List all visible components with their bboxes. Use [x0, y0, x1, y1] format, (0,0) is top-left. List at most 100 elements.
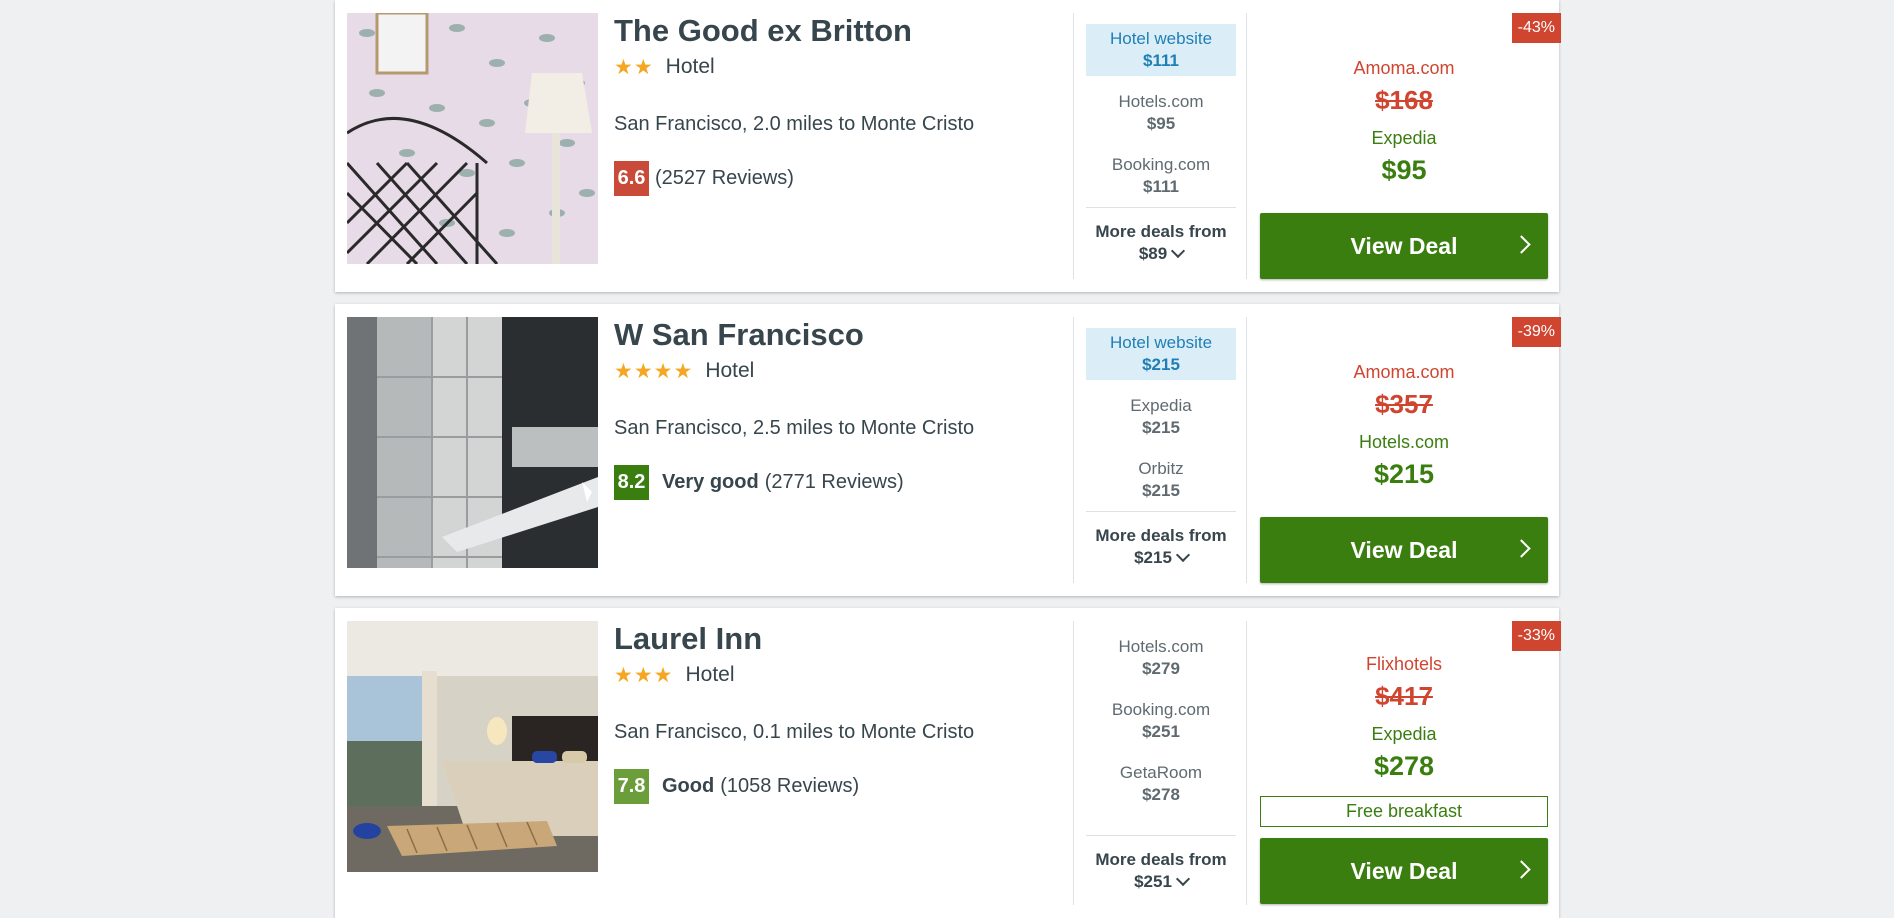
star-rating-icon: ★★★ [614, 663, 674, 687]
star-rating-icon: ★★ [614, 55, 654, 79]
featured-deal: -43% Amoma.com $168 Expedia $95 View Dea… [1260, 13, 1561, 279]
more-deals-label: More deals from [1095, 222, 1227, 241]
provider-name: Booking.com [1111, 700, 1211, 719]
provider-name: Hotels.com [1118, 92, 1204, 111]
chevron-right-icon [1512, 860, 1531, 879]
chevron-right-icon [1512, 539, 1531, 558]
deal-site[interactable]: Expedia [1260, 724, 1548, 745]
free-breakfast-badge: Free breakfast [1260, 796, 1548, 827]
hotel-name[interactable]: The Good ex Britton [614, 13, 1064, 49]
hotel-photo-image [347, 317, 598, 568]
more-deals-toggle[interactable]: More deals from $215 [1086, 511, 1236, 569]
featured-deal: -39% Amoma.com $357 Hotels.com $215 View… [1260, 317, 1561, 583]
hotel-card: W San Francisco ★★★★ Hotel San Francisco… [335, 304, 1561, 596]
provider-price: $215 [1142, 355, 1180, 374]
provider-name: GetaRoom [1119, 763, 1203, 782]
more-deals-price: $89 [1138, 244, 1168, 263]
provider-price-option[interactable]: Hotel website $111 [1086, 24, 1236, 76]
rating-row[interactable]: 7.8 Good (1058 Reviews) [614, 769, 1064, 804]
hotel-card: The Good ex Britton ★★ Hotel San Francis… [335, 0, 1561, 292]
provider-price-option[interactable]: Hotel website $215 [1086, 328, 1236, 380]
hotel-location: San Francisco, 2.5 miles to Monte Cristo [614, 417, 975, 439]
review-count: (2527 Reviews) [655, 167, 794, 189]
chevron-right-icon [1512, 235, 1531, 254]
hotel-info: W San Francisco ★★★★ Hotel San Francisco… [614, 317, 1064, 500]
provider-prices: Hotels.com $279 Booking.com $251 GetaRoo… [1073, 621, 1247, 905]
featured-deal: -33% Flixhotels $417 Expedia $278 Free b… [1260, 621, 1561, 904]
rating-label: Good [662, 775, 715, 797]
hotel-photo[interactable] [347, 317, 598, 568]
rating-label: Very good [662, 471, 759, 493]
provider-price-option[interactable]: Hotels.com $279 [1086, 632, 1236, 684]
provider-name: Expedia [1130, 396, 1192, 415]
original-price: $417 [1375, 681, 1433, 711]
rating-score-badge: 8.2 [614, 465, 649, 500]
hotel-location: San Francisco, 2.0 miles to Monte Cristo [614, 113, 975, 135]
star-rating-icon: ★★★★ [614, 359, 694, 383]
more-deals-toggle[interactable]: More deals from $89 [1086, 207, 1236, 265]
review-count: (1058 Reviews) [720, 775, 860, 797]
hotel-card: Laurel Inn ★★★ Hotel San Francisco, 0.1 … [335, 608, 1561, 918]
original-price: $357 [1375, 389, 1433, 419]
hotel-type: Hotel [705, 359, 755, 382]
rating-score-badge: 6.6 [614, 161, 649, 196]
hotel-type: Hotel [685, 663, 735, 686]
view-deal-label: View Deal [1350, 857, 1458, 884]
more-deals-price: $251 [1134, 872, 1172, 891]
provider-price-option[interactable]: Expedia $215 [1086, 391, 1236, 443]
hotel-info: The Good ex Britton ★★ Hotel San Francis… [614, 13, 1064, 196]
hotel-name[interactable]: Laurel Inn [614, 621, 1064, 657]
hotel-info: Laurel Inn ★★★ Hotel San Francisco, 0.1 … [614, 621, 1064, 804]
provider-price: $215 [1142, 481, 1180, 500]
discount-badge: -33% [1511, 621, 1561, 651]
provider-price: $215 [1142, 418, 1180, 437]
provider-name: Booking.com [1111, 155, 1211, 174]
hotel-name[interactable]: W San Francisco [614, 317, 1064, 353]
more-deals-toggle[interactable]: More deals from $251 [1086, 835, 1236, 893]
more-deals-label: More deals from [1095, 526, 1227, 545]
hotel-photo-image [347, 13, 598, 264]
view-deal-label: View Deal [1350, 232, 1458, 259]
hotel-type: Hotel [665, 55, 715, 78]
hotel-photo-image [347, 621, 598, 872]
discount-badge: -39% [1511, 317, 1561, 347]
deal-price[interactable]: $278 [1260, 751, 1548, 782]
deal-price[interactable]: $215 [1260, 459, 1548, 490]
rating-score-badge: 7.8 [614, 769, 649, 804]
provider-price: $278 [1142, 785, 1180, 804]
deal-price[interactable]: $95 [1260, 155, 1548, 186]
view-deal-button[interactable]: View Deal [1260, 838, 1548, 904]
review-count: (2771 Reviews) [764, 471, 904, 493]
provider-name: Hotels.com [1118, 637, 1204, 656]
provider-price: $111 [1143, 51, 1179, 70]
provider-price: $279 [1142, 659, 1180, 678]
provider-price-option[interactable]: Orbitz $215 [1086, 454, 1236, 506]
provider-price-option[interactable]: GetaRoom $278 [1086, 758, 1236, 810]
more-deals-label: More deals from [1095, 850, 1227, 869]
original-price: $168 [1375, 85, 1433, 115]
chevron-down-icon [1175, 871, 1190, 887]
deal-site[interactable]: Hotels.com [1260, 432, 1548, 453]
provider-price-option[interactable]: Booking.com $251 [1086, 695, 1236, 747]
provider-price: $95 [1146, 114, 1176, 133]
view-deal-label: View Deal [1350, 536, 1458, 563]
original-price-site: Amoma.com [1353, 362, 1455, 382]
hotel-location: San Francisco, 0.1 miles to Monte Cristo [614, 721, 975, 743]
chevron-down-icon [1175, 547, 1190, 563]
provider-name: Hotel website [1109, 29, 1213, 48]
provider-price-option[interactable]: Booking.com $111 [1086, 150, 1236, 202]
provider-prices: Hotel website $215 Expedia $215 Orbitz $… [1073, 317, 1247, 583]
provider-price-option[interactable]: Hotels.com $95 [1086, 87, 1236, 139]
provider-name: Hotel website [1109, 333, 1213, 352]
hotel-photo[interactable] [347, 621, 598, 872]
rating-row[interactable]: 6.6 (2527 Reviews) [614, 161, 1064, 196]
provider-prices: Hotel website $111 Hotels.com $95 Bookin… [1073, 13, 1247, 279]
view-deal-button[interactable]: View Deal [1260, 213, 1548, 279]
hotel-photo[interactable] [347, 13, 598, 264]
rating-row[interactable]: 8.2 Very good (2771 Reviews) [614, 465, 1064, 500]
original-price-site: Flixhotels [1365, 654, 1443, 674]
provider-name: Orbitz [1138, 459, 1184, 478]
provider-price: $111 [1143, 177, 1179, 196]
view-deal-button[interactable]: View Deal [1260, 517, 1548, 583]
deal-site[interactable]: Expedia [1260, 128, 1548, 149]
